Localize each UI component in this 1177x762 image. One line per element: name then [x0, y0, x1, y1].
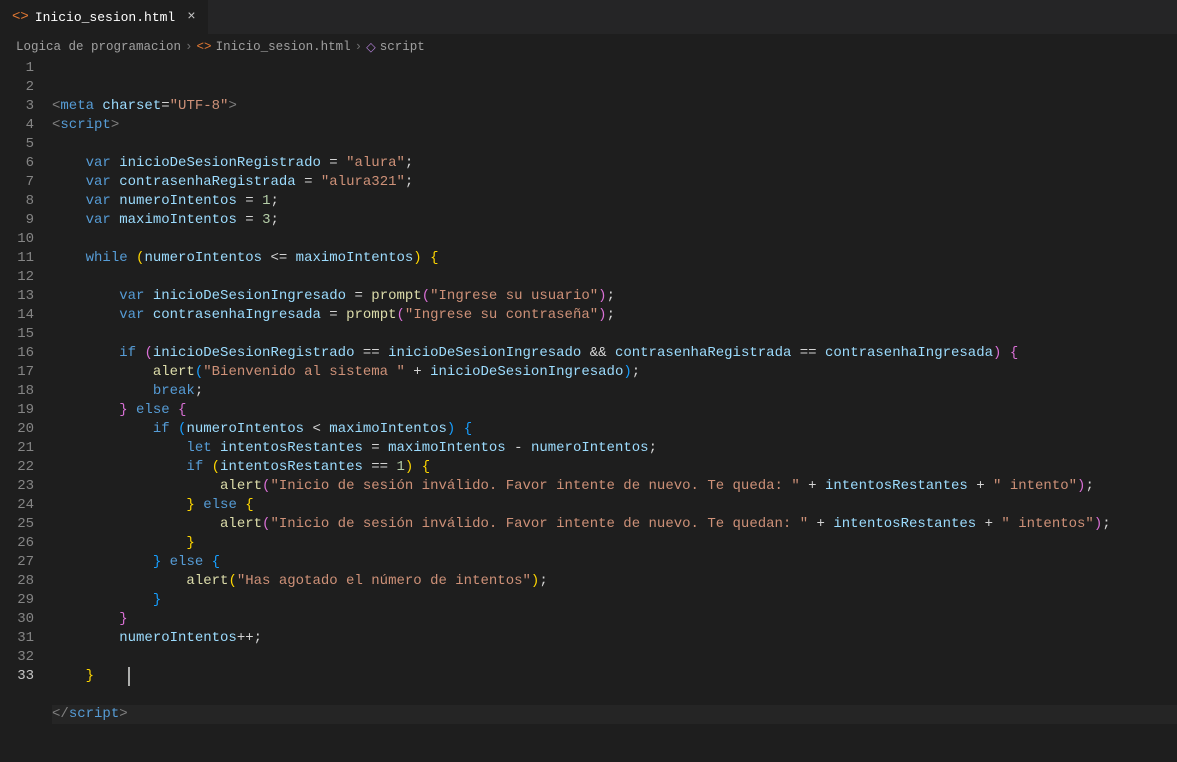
code-line[interactable]: } else { [52, 553, 1177, 572]
code-area[interactable]: <meta charset="UTF-8"><script> var inici… [52, 59, 1177, 762]
code-line[interactable]: } [52, 534, 1177, 553]
code-line[interactable]: numeroIntentos++; [52, 629, 1177, 648]
code-line[interactable]: } [52, 667, 1177, 686]
code-line[interactable]: var numeroIntentos = 1; [52, 192, 1177, 211]
code-line[interactable]: alert("Has agotado el número de intentos… [52, 572, 1177, 591]
breadcrumb[interactable]: Logica de programacion › <> Inicio_sesio… [0, 35, 1177, 59]
code-line[interactable]: } [52, 591, 1177, 610]
tab-bar: <> Inicio_sesion.html × [0, 0, 1177, 35]
code-line[interactable]: } else { [52, 496, 1177, 515]
code-line[interactable]: while (numeroIntentos <= maximoIntentos)… [52, 249, 1177, 268]
code-line[interactable] [52, 135, 1177, 154]
code-line[interactable]: <script> [52, 116, 1177, 135]
chevron-right-icon: › [185, 40, 193, 54]
code-line[interactable]: if (intentosRestantes == 1) { [52, 458, 1177, 477]
chevron-right-icon: › [355, 40, 363, 54]
line-number-gutter[interactable]: 1234567891011121314151617181920212223242… [0, 59, 52, 762]
code-line[interactable]: alert("Inicio de sesión inválido. Favor … [52, 515, 1177, 534]
html-file-icon: <> [197, 40, 212, 54]
code-line[interactable]: <meta charset="UTF-8"> [52, 97, 1177, 116]
tab-title: Inicio_sesion.html [35, 10, 175, 25]
breadcrumb-symbol[interactable]: script [380, 40, 425, 54]
close-icon[interactable]: × [187, 9, 195, 25]
code-line[interactable] [52, 268, 1177, 287]
symbol-icon: ◇ [366, 39, 376, 55]
tab-active[interactable]: <> Inicio_sesion.html × [0, 0, 209, 34]
code-line[interactable]: var contrasenhaIngresada = prompt("Ingre… [52, 306, 1177, 325]
code-line[interactable]: } else { [52, 401, 1177, 420]
code-line[interactable]: let intentosRestantes = maximoIntentos -… [52, 439, 1177, 458]
code-line[interactable]: if (numeroIntentos < maximoIntentos) { [52, 420, 1177, 439]
code-line[interactable]: </script> [52, 705, 1177, 724]
breadcrumb-folder[interactable]: Logica de programacion [16, 40, 181, 54]
code-line[interactable]: } [52, 610, 1177, 629]
html-file-icon: <> [12, 9, 29, 25]
breadcrumb-file[interactable]: Inicio_sesion.html [216, 40, 351, 54]
code-line[interactable] [52, 230, 1177, 249]
code-line[interactable]: alert("Bienvenido al sistema " + inicioD… [52, 363, 1177, 382]
code-line[interactable]: alert("Inicio de sesión inválido. Favor … [52, 477, 1177, 496]
text-cursor [128, 667, 130, 686]
code-line[interactable]: break; [52, 382, 1177, 401]
editor[interactable]: 1234567891011121314151617181920212223242… [0, 59, 1177, 762]
code-line[interactable]: var inicioDeSesionIngresado = prompt("In… [52, 287, 1177, 306]
code-line[interactable]: var inicioDeSesionRegistrado = "alura"; [52, 154, 1177, 173]
code-line[interactable] [52, 686, 1177, 705]
code-line[interactable]: var contrasenhaRegistrada = "alura321"; [52, 173, 1177, 192]
code-line[interactable]: var maximoIntentos = 3; [52, 211, 1177, 230]
code-line[interactable] [52, 325, 1177, 344]
code-line[interactable]: if (inicioDeSesionRegistrado == inicioDe… [52, 344, 1177, 363]
code-line[interactable] [52, 648, 1177, 667]
